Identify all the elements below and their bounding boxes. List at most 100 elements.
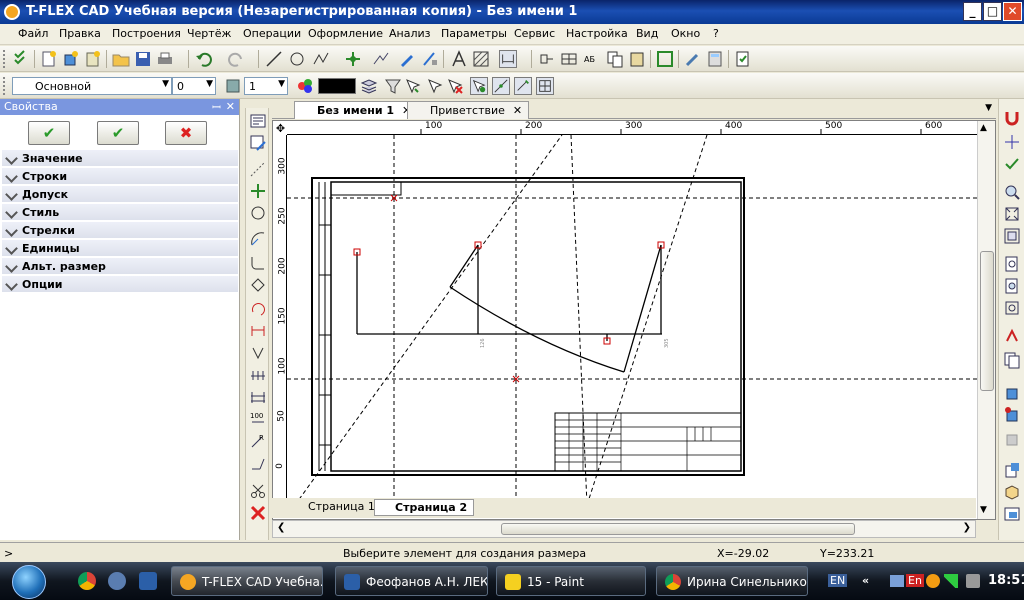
clock[interactable]: 18:51 (988, 573, 1024, 588)
chevron-down-icon[interactable]: ▼ (162, 79, 169, 89)
delete-icon[interactable] (249, 504, 267, 522)
properties-icon[interactable] (249, 112, 267, 130)
text-icon[interactable] (450, 50, 468, 68)
section-tolerance[interactable]: Допуск (2, 186, 238, 202)
3d-box-icon[interactable] (1003, 483, 1021, 501)
3d-disabled-icon[interactable] (1003, 429, 1021, 447)
3d-view-icon[interactable] (1003, 383, 1021, 401)
chevron-down-icon[interactable]: ▼ (206, 79, 213, 89)
pin-icon[interactable]: ꟷ (212, 100, 221, 115)
menu-window[interactable]: Окно (671, 27, 700, 40)
k-quicklaunch-icon[interactable] (108, 572, 126, 590)
level-select[interactable]: 0 ▼ (172, 77, 216, 95)
section-value[interactable]: Значение (2, 150, 238, 166)
table-icon[interactable] (560, 50, 578, 68)
apply-button[interactable]: ✔ (97, 121, 139, 145)
color-swatch[interactable] (318, 78, 356, 94)
drawing-canvas[interactable]: 126 305 (287, 135, 977, 505)
filter-icon[interactable] (384, 77, 402, 95)
section-units[interactable]: Единицы (2, 240, 238, 256)
scroll-down-icon[interactable]: ▼ (980, 505, 987, 515)
tabs-menu-icon[interactable]: ▼ (985, 103, 992, 113)
ab-text-icon[interactable]: АБ (583, 50, 601, 68)
polyline-icon[interactable] (312, 50, 330, 68)
construction-line-icon[interactable] (249, 160, 267, 178)
section-options[interactable]: Опции (2, 276, 238, 292)
toolbar-grip[interactable] (3, 77, 6, 95)
snap-grid-icon[interactable] (536, 77, 554, 95)
drawing-svg[interactable]: 126 305 (287, 135, 977, 505)
menu-analysis[interactable]: Анализ (389, 27, 431, 40)
chamfer-tool-icon[interactable] (249, 276, 267, 294)
snap-dimension-icon[interactable] (514, 77, 532, 95)
menu-drawing[interactable]: Чертёж (187, 27, 231, 40)
zoom-in-icon[interactable] (1003, 183, 1021, 201)
vertical-scrollbar[interactable]: ▲ ▼ (977, 121, 995, 519)
tab-welcome[interactable]: Приветствие ✕ (407, 101, 530, 119)
fit-window-icon[interactable] (656, 50, 674, 68)
radius-dimension-icon[interactable]: R (249, 432, 267, 450)
node-point-icon[interactable] (249, 182, 267, 200)
zoom-selection-icon[interactable] (1003, 299, 1021, 317)
delete-selection-icon[interactable] (446, 77, 464, 95)
menu-parameters[interactable]: Параметры (441, 27, 507, 40)
zoom-page-icon[interactable] (1003, 255, 1021, 273)
snap-point-icon[interactable] (1003, 133, 1021, 151)
sketch-mode-icon[interactable] (249, 134, 267, 152)
volume-icon[interactable] (966, 574, 980, 588)
3d-node-icon[interactable] (1003, 405, 1021, 423)
angle-dimension-icon[interactable] (249, 344, 267, 362)
menu-view[interactable]: Вид (636, 27, 658, 40)
scroll-up-icon[interactable]: ▲ (980, 123, 987, 133)
scroll-thumb[interactable] (980, 251, 994, 391)
line-weight-select[interactable]: 1 ▼ (244, 77, 288, 95)
3d-fragment-icon[interactable] (1003, 461, 1021, 479)
fragment-icon[interactable] (538, 50, 556, 68)
language-indicator[interactable]: EN (828, 574, 848, 587)
zoom-all-icon[interactable] (1003, 227, 1021, 245)
pages-icon[interactable] (1003, 351, 1021, 369)
maximize-button[interactable]: □ (983, 2, 1002, 21)
zoom-window-icon[interactable] (1003, 205, 1021, 223)
menu-edit[interactable]: Правка (59, 27, 101, 40)
zoom-previous-icon[interactable] (1003, 277, 1021, 295)
paste-icon[interactable] (628, 50, 646, 68)
task-paint[interactable]: 15 - Paint (496, 566, 646, 596)
network-icon[interactable] (890, 575, 904, 587)
regenerate-icon[interactable] (734, 50, 752, 68)
signal-icon[interactable] (944, 574, 958, 588)
priority-icon[interactable] (224, 77, 242, 95)
layer-select[interactable]: Основной ▼ (12, 77, 172, 95)
copy-icon[interactable] (606, 50, 624, 68)
scroll-right-icon[interactable]: ❯ (963, 522, 971, 533)
dimension-icon[interactable] (499, 50, 517, 68)
layers-icon[interactable] (360, 77, 378, 95)
circle-icon[interactable] (288, 50, 306, 68)
tab-page-2[interactable]: Страница 2 (374, 499, 475, 516)
sketch-icon[interactable] (421, 50, 439, 68)
arc-tool-icon[interactable] (249, 230, 267, 248)
horizontal-scrollbar[interactable]: ❮ ❯ (272, 520, 976, 538)
scroll-thumb[interactable] (501, 523, 855, 535)
snap-magnet-icon[interactable] (1003, 109, 1021, 127)
menu-service[interactable]: Сервис (514, 27, 555, 40)
new-template-icon[interactable] (84, 50, 102, 68)
close-button[interactable]: ✕ (1003, 2, 1022, 21)
open-folder-icon[interactable] (112, 50, 130, 68)
select-filter-icon[interactable] (404, 77, 422, 95)
3d-window-icon[interactable] (1003, 505, 1021, 523)
section-arrows[interactable]: Стрелки (2, 222, 238, 238)
dimension-tool-icon[interactable] (249, 322, 267, 340)
move-cursor-icon[interactable]: ✥ (274, 122, 287, 135)
menu-file[interactable]: Файл (18, 27, 48, 40)
chain-dimension-icon[interactable] (249, 366, 267, 384)
snap-line-icon[interactable] (492, 77, 510, 95)
hatch-icon[interactable] (472, 50, 490, 68)
tab-page-1[interactable]: Страница 1 (288, 499, 381, 516)
menu-help[interactable]: ? (713, 27, 719, 40)
print-icon[interactable] (156, 50, 174, 68)
section-style[interactable]: Стиль (2, 204, 238, 220)
menu-annotation[interactable]: Оформление (308, 27, 383, 40)
snap-node-icon[interactable] (470, 77, 488, 95)
color-palette-icon[interactable] (296, 77, 314, 95)
